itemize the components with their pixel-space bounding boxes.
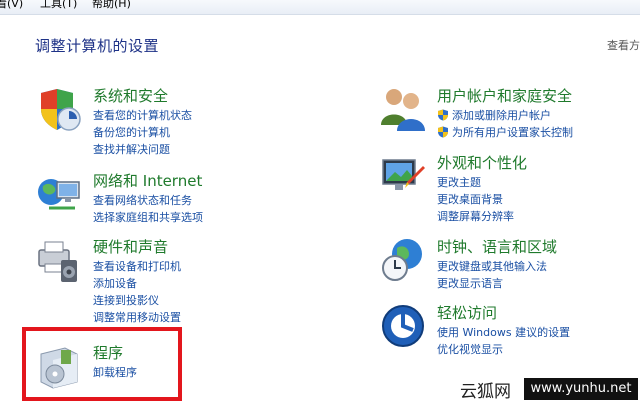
link-backup-computer[interactable]: 备份您的计算机 [93,124,192,141]
appearance-monitor-icon [382,159,425,190]
category-title-hardware[interactable]: 硬件和声音 [93,236,168,257]
link-optimize-visual[interactable]: 优化视觉显示 [437,341,570,358]
link-view-network-status[interactable]: 查看网络状态和任务 [93,192,203,209]
link-find-fix-problems[interactable]: 查找并解决问题 [93,141,192,158]
link-connect-projector[interactable]: 连接到投影仪 [93,292,181,309]
clock-globe-icon [382,239,422,281]
highlight-box [22,327,182,401]
link-recommended-settings[interactable]: 使用 Windows 建议的设置 [437,324,570,341]
users-icon [381,89,425,131]
link-change-display-language[interactable]: 更改显示语言 [437,275,547,292]
watermark-url: www.yunhu.net [524,378,638,400]
uac-shield-icon [438,109,448,121]
menu-help[interactable]: 帮助(H) [92,0,131,10]
link-change-input-method[interactable]: 更改键盘或其他输入法 [437,258,547,275]
security-shield-icon [41,89,81,131]
link-view-computer-status[interactable]: 查看您的计算机状态 [93,107,192,124]
link-add-device[interactable]: 添加设备 [93,275,181,292]
link-homegroup-sharing[interactable]: 选择家庭组和共享选项 [93,209,203,226]
menu-bar: 看(V) 工具(T) 帮助(H) [0,0,640,15]
watermark: 云狐网 www.yunhu.net [450,376,640,402]
ease-of-access-icon [382,305,424,347]
network-globe-icon [38,179,80,210]
uac-shield-icon [438,126,448,138]
link-parental-controls[interactable]: 为所有用户设置家长控制 [437,124,573,141]
category-title-ease-of-access[interactable]: 轻松访问 [437,302,497,323]
link-change-desktop-bg[interactable]: 更改桌面背景 [437,191,514,208]
link-change-theme[interactable]: 更改主题 [437,174,514,191]
category-title-appearance[interactable]: 外观和个性化 [437,152,527,173]
view-by-label[interactable]: 查看方 [607,37,640,53]
printer-speaker-icon [38,241,77,282]
link-add-remove-accounts[interactable]: 添加或删除用户帐户 [437,107,573,124]
category-title-clock[interactable]: 时钟、语言和区域 [437,236,557,257]
link-screen-resolution[interactable]: 调整屏幕分辨率 [437,208,514,225]
watermark-site-name: 云狐网 [460,381,511,402]
link-devices-printers[interactable]: 查看设备和打印机 [93,258,181,275]
category-title-network[interactable]: 网络和 Internet [93,170,202,191]
page-title: 调整计算机的设置 [35,37,160,55]
category-title-system-security[interactable]: 系统和安全 [93,85,168,106]
category-title-user-accounts[interactable]: 用户帐户和家庭安全 [437,85,572,106]
link-parental-controls-label: 为所有用户设置家长控制 [452,126,573,139]
link-mobility-settings[interactable]: 调整常用移动设置 [93,309,181,326]
menu-tools[interactable]: 工具(T) [40,0,77,10]
link-add-remove-accounts-label: 添加或删除用户帐户 [452,109,551,122]
menu-view[interactable]: 看(V) [0,0,23,10]
